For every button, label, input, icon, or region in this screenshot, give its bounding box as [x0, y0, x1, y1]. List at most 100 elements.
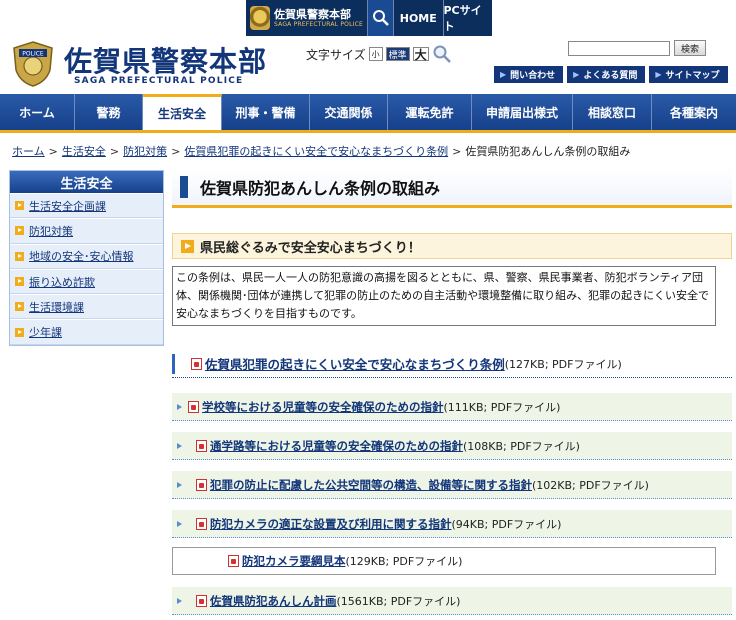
- arrow-icon: ▶: [573, 70, 580, 79]
- breadcrumb-bohan-taisaku[interactable]: 防犯対策: [123, 145, 167, 158]
- section-heading: 県民総ぐるみで安全安心まちづくり！: [172, 233, 732, 259]
- bullet-icon: [15, 327, 24, 337]
- file-meta: (108KB; PDFファイル): [463, 439, 580, 453]
- pdf-icon: [191, 357, 202, 370]
- bullet-icon: [15, 251, 24, 261]
- font-size-control: 文字サイズ 小 標準 大: [306, 44, 452, 64]
- sidebar-item-seikatsu-kankyo[interactable]: 生活環境課: [10, 294, 163, 320]
- nav-item-keiji-keibi[interactable]: 刑事・警備: [222, 94, 310, 130]
- document-link-row: 佐賀県防犯あんしん計画 (1561KB; PDFファイル): [172, 587, 732, 615]
- breadcrumb-current: 佐賀県防犯あんしん条例の取組み: [465, 145, 631, 158]
- breadcrumb-jorei[interactable]: 佐賀県犯罪の起きにくい安全で安心なまちづくり条例: [184, 145, 448, 158]
- arrow-icon: ▶: [500, 70, 507, 79]
- triangle-icon: [177, 481, 182, 488]
- utility-nav: ▶ 問い合わせ ▶ よくある質問 ▶ サイトマップ: [494, 66, 728, 83]
- search-icon[interactable]: [368, 0, 394, 36]
- triangle-icon: [177, 442, 182, 449]
- file-meta: (111KB; PDFファイル): [443, 400, 561, 414]
- sidebar-item-chiiki-anzen[interactable]: 地域の安全･安心情報: [10, 243, 163, 269]
- nav-item-shinsei[interactable]: 申請届出様式: [472, 94, 573, 130]
- site-title[interactable]: 佐賀県警察本部: [64, 40, 267, 80]
- section-heading-text: 県民総ぐるみで安全安心まちづくり！: [200, 240, 421, 256]
- sidebar-item-furikome-sagi[interactable]: 振り込め詐欺: [10, 268, 163, 295]
- breadcrumb-home[interactable]: ホーム: [12, 145, 45, 158]
- police-badge-icon[interactable]: POLICE: [10, 40, 56, 88]
- file-meta: (102KB; PDFファイル): [532, 478, 649, 492]
- pc-site-button[interactable]: PCサイト: [444, 0, 493, 36]
- pdf-icon: [196, 594, 207, 607]
- file-meta: (1561KB; PDFファイル): [336, 594, 461, 608]
- sidebar: 生活安全 生活安全企画課 防犯対策 地域の安全･安心情報 振り込め詐欺 生活環境…: [9, 170, 164, 346]
- font-size-large-button[interactable]: 大: [412, 47, 429, 62]
- file-meta: (129KB; PDFファイル): [345, 555, 463, 568]
- title-bar-icon: [180, 175, 188, 198]
- search-input[interactable]: [568, 41, 670, 56]
- nav-item-sodan[interactable]: 相談窓口: [573, 94, 652, 130]
- mobile-logo[interactable]: 佐賀県警察本部 SAGA PREFECTURAL POLICE: [246, 0, 368, 36]
- site-subtitle: SAGA PREFECTURAL POLICE: [74, 76, 244, 86]
- site-header: POLICE 佐賀県警察本部 SAGA PREFECTURAL POLICE 文…: [0, 36, 736, 92]
- main-nav: ホーム 警務 生活安全 刑事・警備 交通関係 運転免許 申請届出様式 相談窓口 …: [0, 94, 736, 133]
- search-button[interactable]: 検索: [674, 40, 706, 56]
- bullet-icon: [15, 277, 24, 287]
- triangle-icon: [177, 403, 182, 410]
- document-link-row: 学校等における児童等の安全確保のための指針 (111KB; PDFファイル): [172, 393, 732, 421]
- document-link-row: 通学路等における児童等の安全確保のための指針 (108KB; PDFファイル): [172, 432, 732, 460]
- zoom-icon[interactable]: [432, 44, 452, 64]
- font-size-small-button[interactable]: 小: [368, 47, 383, 61]
- anshin-plan-link[interactable]: 佐賀県防犯あんしん計画: [210, 593, 337, 609]
- jorei-pdf-link[interactable]: 佐賀県犯罪の起きにくい安全で安心なまちづくり条例: [205, 354, 505, 373]
- police-emblem-icon: [250, 6, 270, 30]
- bullet-icon: [15, 302, 24, 312]
- contact-link[interactable]: ▶ 問い合わせ: [494, 66, 564, 83]
- font-size-label: 文字サイズ: [306, 47, 366, 62]
- triangle-icon: [177, 597, 182, 604]
- triangle-icon: [177, 520, 182, 527]
- font-size-standard-button[interactable]: 標準: [385, 47, 410, 61]
- file-meta: (94KB; PDFファイル): [451, 517, 562, 531]
- nav-item-keimu[interactable]: 警務: [75, 94, 143, 130]
- nav-item-unten-menkyo[interactable]: 運転免許: [388, 94, 472, 130]
- home-button[interactable]: HOME: [394, 0, 444, 36]
- intro-text: この条例は、県民一人一人の防犯意識の高揚を図るとともに、県、警察、県民事業者、防…: [172, 266, 716, 326]
- nav-item-annai[interactable]: 各種案内: [652, 94, 736, 130]
- mobile-logo-subtitle: SAGA PREFECTURAL POLICE: [274, 20, 363, 28]
- faq-link[interactable]: ▶ よくある質問: [567, 66, 646, 83]
- sitemap-link[interactable]: ▶ サイトマップ: [649, 66, 728, 83]
- bullet-icon: [15, 201, 24, 211]
- pdf-icon: [196, 517, 207, 530]
- mobile-logo-title: 佐賀県警察本部: [274, 7, 351, 21]
- pdf-icon: [196, 439, 207, 452]
- school-route-guideline-link[interactable]: 通学路等における児童等の安全確保のための指針: [210, 438, 463, 454]
- arrow-box-icon: [181, 239, 194, 253]
- top-bar: 佐賀県警察本部 SAGA PREFECTURAL POLICE HOME PCサ…: [0, 0, 736, 36]
- sidebar-item-bohan-taisaku[interactable]: 防犯対策: [10, 218, 163, 244]
- pdf-icon: [188, 400, 199, 413]
- sidebar-item-shonen[interactable]: 少年課: [10, 319, 163, 345]
- camera-sample-link[interactable]: 防犯カメラ要綱見本: [242, 553, 346, 569]
- accent-bar: [172, 353, 175, 374]
- pdf-icon: [196, 478, 207, 491]
- bullet-icon: [15, 226, 24, 236]
- document-link-row: 犯罪の防止に配慮した公共空間等の構造、設備等に関する指針 (102KB; PDF…: [172, 471, 732, 499]
- nav-item-seikatsu-anzen[interactable]: 生活安全: [143, 94, 222, 130]
- sub-document-link-row: 防犯カメラ要綱見本 (129KB; PDFファイル): [172, 547, 716, 575]
- breadcrumb-seikatsu-anzen[interactable]: 生活安全: [62, 145, 106, 158]
- sidebar-heading: 生活安全: [10, 171, 163, 193]
- mobile-header-box: 佐賀県警察本部 SAGA PREFECTURAL POLICE HOME PCサ…: [246, 0, 492, 36]
- main-document-link-row: 佐賀県犯罪の起きにくい安全で安心なまちづくり条例 (127KB; PDFファイル…: [172, 350, 732, 378]
- file-meta: (127KB; PDFファイル): [504, 357, 622, 371]
- nav-item-kotsu[interactable]: 交通関係: [310, 94, 388, 130]
- breadcrumb: ホーム > 生活安全 > 防犯対策 > 佐賀県犯罪の起きにくい安全で安心なまちづくり条例 > 佐…: [12, 145, 631, 158]
- page-title: 佐賀県防犯あんしん条例の取組み: [172, 168, 732, 208]
- document-link-row: 防犯カメラの適正な設置及び利用に関する指針 (94KB; PDFファイル): [172, 510, 732, 538]
- public-space-guideline-link[interactable]: 犯罪の防止に配慮した公共空間等の構造、設備等に関する指針: [210, 477, 532, 493]
- page-title-text: 佐賀県防犯あんしん条例の取組み: [200, 178, 441, 198]
- pdf-icon: [228, 555, 239, 567]
- sidebar-item-seikatsu-anzen-kikaku[interactable]: 生活安全企画課: [10, 193, 163, 219]
- camera-guideline-link[interactable]: 防犯カメラの適正な設置及び利用に関する指針: [210, 516, 452, 532]
- emblem-text: POLICE: [22, 51, 44, 58]
- nav-item-home[interactable]: ホーム: [0, 94, 75, 130]
- arrow-icon: ▶: [655, 70, 662, 79]
- school-safety-guideline-link[interactable]: 学校等における児童等の安全確保のための指針: [202, 399, 444, 415]
